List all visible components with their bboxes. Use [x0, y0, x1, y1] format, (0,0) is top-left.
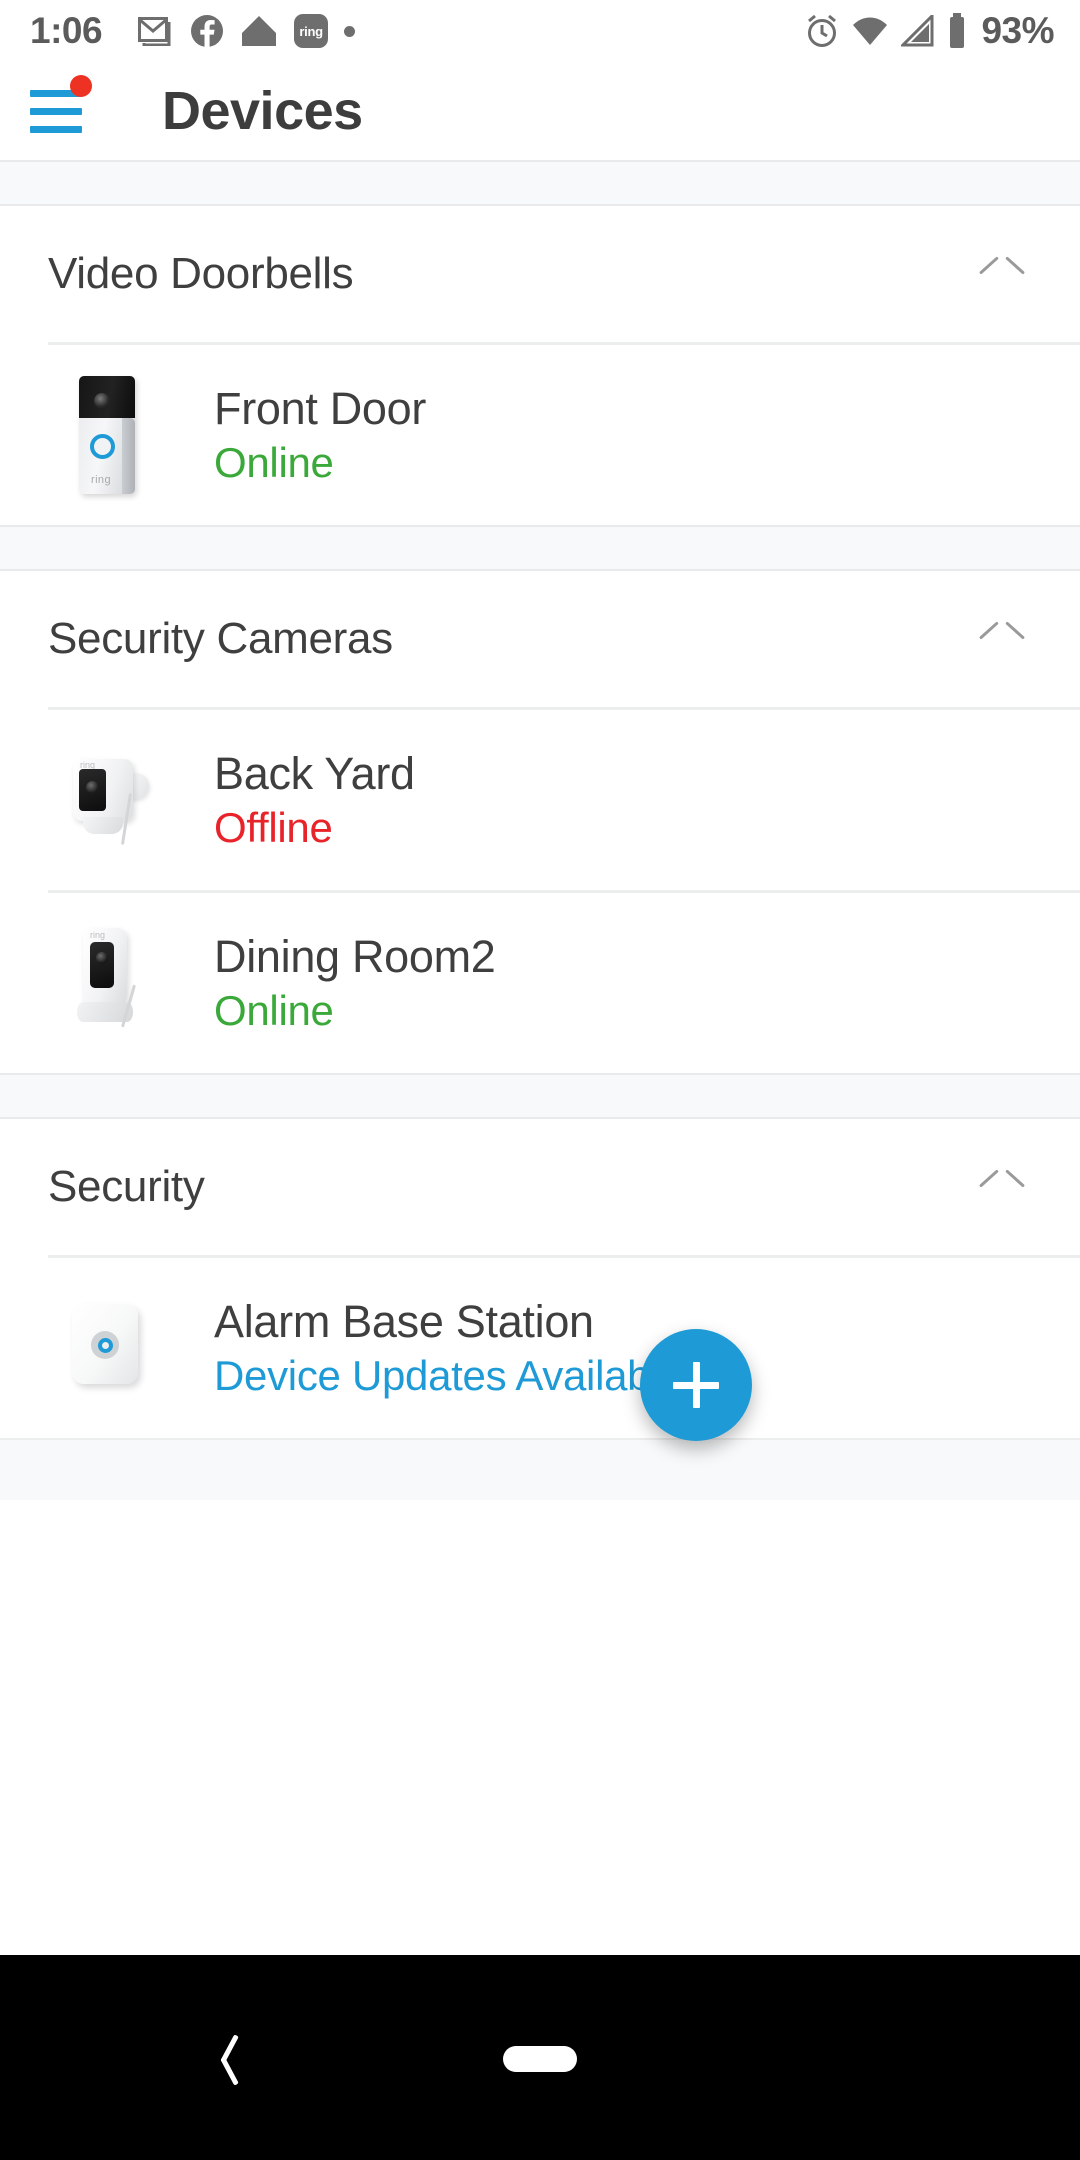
section-header-video-doorbells[interactable]: Video Doorbells — [0, 206, 1080, 342]
device-thumbnail: ring — [48, 360, 166, 510]
doorbell-camera-panel — [79, 376, 135, 418]
device-info: Front Door Online — [214, 385, 426, 484]
alarm-clock-icon — [808, 14, 837, 47]
section-title: Video Doorbells — [48, 249, 354, 298]
device-thumbnail: ring — [48, 908, 166, 1058]
ring-icon-label: ring — [299, 23, 323, 39]
device-thumbnail: ring — [48, 725, 166, 875]
status-light-ring — [91, 1331, 119, 1359]
wifi-icon — [853, 17, 888, 45]
device-name: Back Yard — [214, 748, 415, 800]
device-status: Online — [214, 438, 334, 486]
camera-body: ring — [83, 928, 127, 1006]
device-status-link[interactable]: Device Updates Available — [214, 1353, 683, 1398]
device-name: Dining Room2 — [214, 931, 496, 983]
ring-alarm-base-station-icon — [64, 1300, 150, 1396]
chevron-up-icon[interactable] — [980, 1173, 1024, 1201]
hamburger-menu-button[interactable] — [30, 75, 100, 142]
section-spacer — [0, 525, 1080, 571]
device-info: Dining Room2 Online — [214, 933, 496, 1032]
device-status: Offline — [214, 803, 333, 851]
android-navigation-bar — [0, 1955, 1080, 2160]
section-title: Security Cameras — [48, 614, 393, 663]
doorbell-side-trim — [122, 418, 135, 494]
section-header-security[interactable]: Security — [0, 1119, 1080, 1255]
camera-lens-icon — [79, 769, 106, 811]
device-thumbnail — [48, 1273, 166, 1423]
ring-stick-up-cam-icon: ring — [61, 922, 153, 1044]
status-bar-right: 93% — [805, 10, 1054, 52]
hamburger-menu-icon-bar — [30, 107, 82, 115]
chevron-up-icon[interactable] — [980, 260, 1024, 288]
device-row-back-yard[interactable]: ring Back Yard Offline — [0, 710, 1080, 890]
base-station-body — [72, 1304, 138, 1384]
dot-icon — [344, 25, 356, 37]
camera-foot — [83, 817, 123, 834]
hamburger-menu-icon-bar — [30, 125, 82, 133]
app-bar: Devices — [0, 62, 1080, 160]
status-bar-left: 1:06 ring — [30, 10, 805, 52]
cell-signal-icon — [901, 15, 934, 47]
battery-percent-label: 93% — [981, 10, 1054, 51]
device-info: Back Yard Offline — [214, 750, 415, 849]
device-status: Online — [214, 986, 334, 1034]
home-pill-icon[interactable] — [503, 2046, 577, 2072]
device-row-alarm-base-station[interactable]: Alarm Base Station Device Updates Availa… — [0, 1258, 1080, 1438]
device-info: Alarm Base Station Device Updates Availa… — [214, 1296, 683, 1398]
devices-list: Video Doorbells ring Front Door Online S… — [0, 160, 1080, 1500]
status-bar: 1:06 ring 93% — [0, 0, 1080, 62]
device-name: Front Door — [214, 383, 427, 435]
add-device-button[interactable] — [640, 1329, 752, 1441]
section-spacer — [0, 1073, 1080, 1119]
device-name: Alarm Base Station — [214, 1296, 594, 1348]
notification-badge-dot — [70, 75, 92, 97]
doorbell-ring-button — [90, 434, 115, 459]
ring-video-doorbell-icon: ring — [79, 376, 135, 494]
battery-icon — [950, 13, 965, 48]
camera-lens-icon — [90, 942, 114, 988]
camera-lens-icon — [94, 393, 110, 409]
list-bottom-spacer — [0, 1438, 1080, 1500]
ring-wordmark: ring — [91, 474, 111, 486]
device-row-dining-room2[interactable]: ring Dining Room2 Online — [0, 893, 1080, 1073]
back-chevron-icon[interactable] — [206, 2032, 246, 2084]
camera-body: ring — [73, 759, 133, 821]
section-title: Security — [48, 1162, 205, 1211]
ring-spotlight-cam-icon: ring — [61, 745, 153, 855]
facebook-icon — [191, 15, 224, 48]
device-row-front-door[interactable]: ring Front Door Online — [0, 345, 1080, 525]
plus-icon — [673, 1362, 719, 1408]
gmail-icon — [138, 17, 171, 46]
status-bar-clock: 1:06 — [30, 10, 103, 51]
nest-home-icon — [242, 16, 277, 46]
ring-icon: ring — [294, 14, 329, 48]
section-spacer — [0, 160, 1080, 206]
section-header-security-cameras[interactable]: Security Cameras — [0, 571, 1080, 707]
ring-wordmark: ring — [90, 930, 106, 940]
page-title: Devices — [162, 81, 363, 141]
chevron-up-icon[interactable] — [980, 625, 1024, 653]
